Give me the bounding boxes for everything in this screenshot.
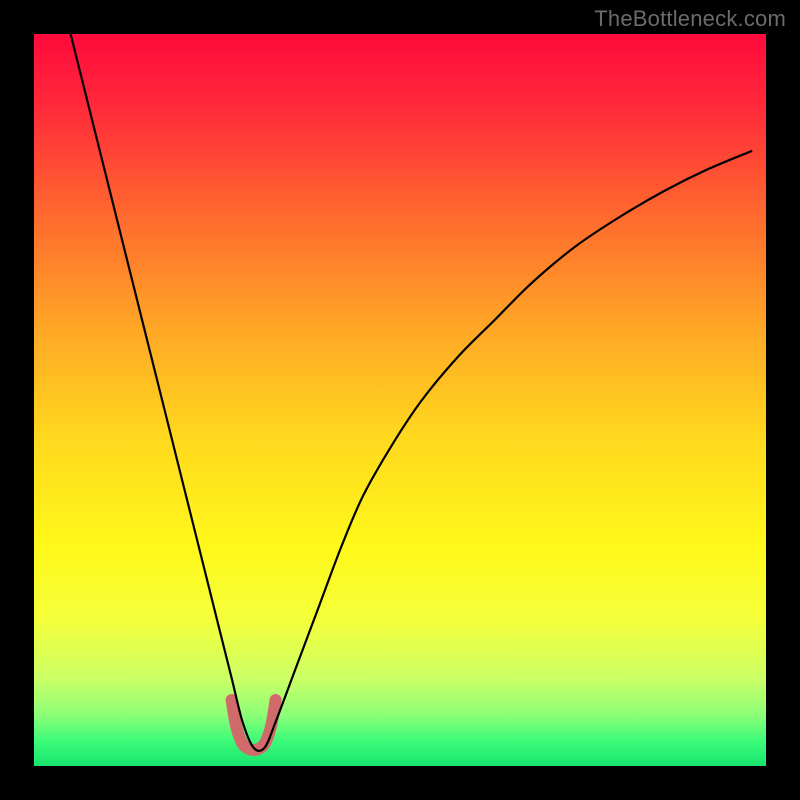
min-region-end (270, 694, 282, 706)
plot-area (34, 34, 766, 766)
bottleneck-chart (0, 0, 800, 800)
chart-frame: TheBottleneck.com (0, 0, 800, 800)
watermark-text: TheBottleneck.com (594, 6, 786, 32)
